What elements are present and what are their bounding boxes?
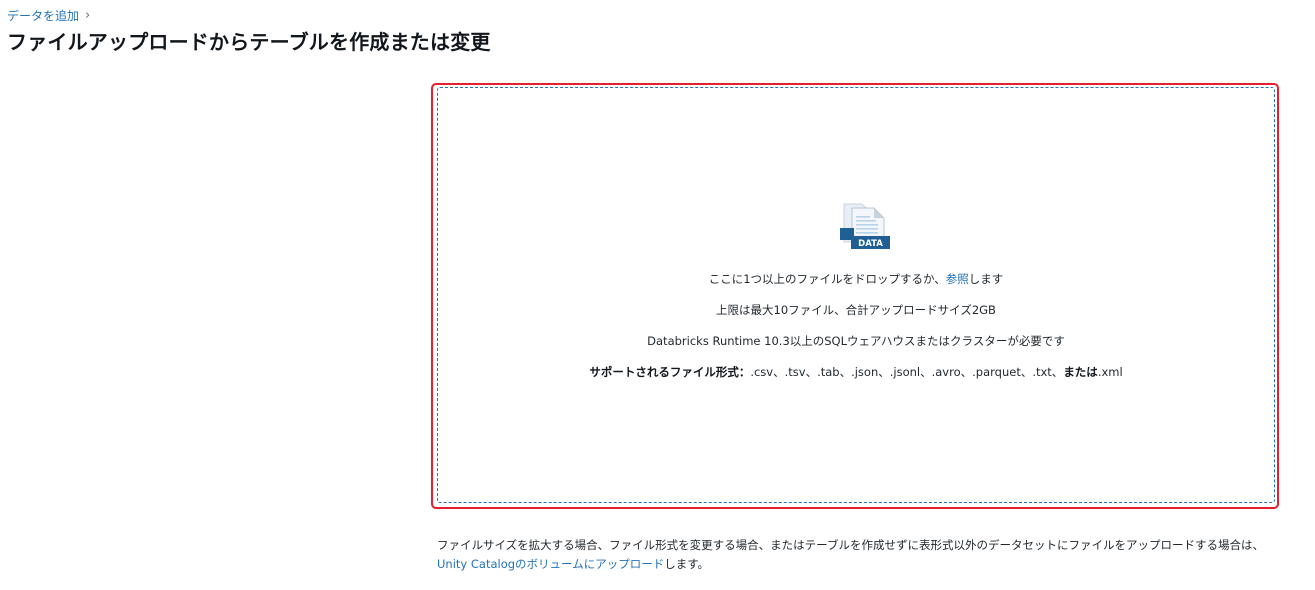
file-dropzone-highlight[interactable]: DATA ここに1つ以上のファイルをドロップするか、参照します 上限は最大10フ…	[431, 83, 1279, 509]
volume-upload-note: ファイルサイズを拡大する場合、ファイル形式を変更する場合、またはテーブルを作成せ…	[437, 538, 1264, 571]
breadcrumb-add-data-link[interactable]: データを追加	[7, 7, 79, 24]
page-title: ファイルアップロードからテーブルを作成または変更	[7, 30, 491, 54]
upload-limit-text: 上限は最大10ファイル、合計アップロードサイズ2GB	[716, 303, 996, 317]
supported-formats-text: サポートされるファイル形式：.csv、.tsv、.tab、.json、.json…	[589, 365, 1123, 379]
data-file-icon: DATA	[840, 203, 890, 249]
volume-upload-link[interactable]: Unity Catalogのボリュームにアップロード	[437, 557, 664, 571]
chevron-right-icon: ›	[85, 8, 91, 23]
file-dropzone[interactable]: DATA ここに1つ以上のファイルをドロップするか、参照します 上限は最大10フ…	[437, 87, 1275, 503]
drop-instruction: ここに1つ以上のファイルをドロップするか、参照します	[708, 272, 1004, 286]
data-badge-text: DATA	[858, 239, 883, 249]
breadcrumb: データを追加 ›	[7, 7, 90, 24]
runtime-requirement-text: Databricks Runtime 10.3以上のSQLウェアハウスまたはクラ…	[647, 334, 1065, 348]
browse-link[interactable]: 参照	[946, 272, 969, 286]
